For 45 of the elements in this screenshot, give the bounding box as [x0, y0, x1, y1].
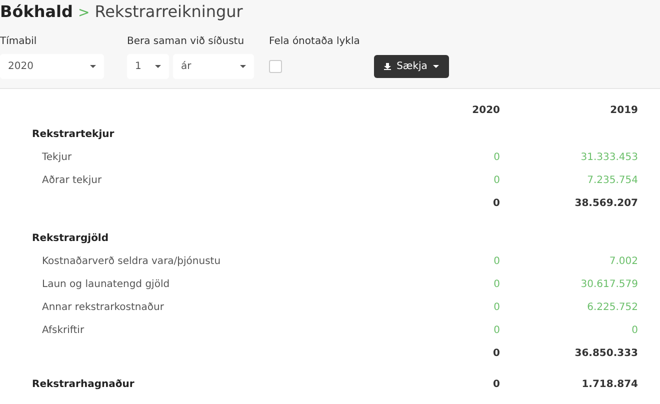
period-label: Tímabil	[0, 36, 38, 49]
period-select[interactable]: 2020	[0, 54, 104, 79]
account-label: Laun og launatengd gjöld	[42, 279, 170, 290]
amount-cell-text: 6.225.752	[586, 302, 638, 313]
account-label: Kostnaðarverð seldra vara/þjónustu	[42, 256, 221, 267]
amount-cell-text: 0	[630, 325, 638, 336]
amount-cell-text: 30.617.579	[580, 279, 638, 290]
column-header: 2019	[609, 104, 638, 116]
amount-cell: 0	[493, 379, 500, 390]
amount-cell: 0	[494, 302, 500, 313]
breadcrumb-link[interactable]: Bókhald	[0, 2, 73, 21]
amount-cell-text: 7.002	[608, 256, 638, 267]
amount-cell-text: 36.850.333	[574, 348, 638, 359]
hide-unused-checkbox[interactable]	[269, 60, 282, 73]
amount-cell-text: 31.333.453	[580, 152, 638, 163]
fetch-button[interactable]: Sækja	[374, 55, 449, 78]
amount-cell-text: 38.569.207	[574, 198, 638, 209]
amount-cell: 0	[493, 348, 500, 359]
account-label: Tekjur	[42, 152, 72, 163]
section-heading: Rekstrargjöld	[32, 233, 109, 244]
caret-icon	[433, 65, 440, 68]
unit-select[interactable]: ár	[173, 54, 254, 79]
caret-icon	[90, 65, 96, 68]
caret-icon	[240, 65, 246, 68]
download-icon	[384, 63, 391, 70]
compare-label: Bera saman við síðustu	[127, 36, 246, 49]
account-label: Afskriftir	[42, 325, 84, 336]
amount-cell: 0	[494, 175, 500, 186]
amount-cell: 0	[493, 198, 500, 209]
section-heading: Rekstrartekjur	[32, 129, 114, 140]
amount-cell: 0	[494, 256, 500, 267]
account-label: Rekstrarhagnaður	[32, 379, 134, 390]
account-label: Annar rekstrarkostnaður	[42, 302, 164, 313]
amount-cell-text: 1.718.874	[580, 379, 638, 390]
account-label: Aðrar tekjur	[42, 175, 102, 186]
count-select[interactable]: 1	[127, 54, 169, 79]
breadcrumb-separator: >	[78, 5, 90, 21]
amount-cell: 0	[494, 152, 500, 163]
amount-cell: 0	[494, 279, 500, 290]
amount-cell: 0	[494, 325, 500, 336]
hide-unused-label: Fela ónotaða lykla	[269, 36, 361, 49]
page-title: Rekstrarreikningur	[94, 2, 243, 21]
caret-icon	[155, 65, 161, 68]
column-header: 2020	[472, 104, 500, 116]
amount-cell-text: 7.235.754	[586, 175, 638, 186]
